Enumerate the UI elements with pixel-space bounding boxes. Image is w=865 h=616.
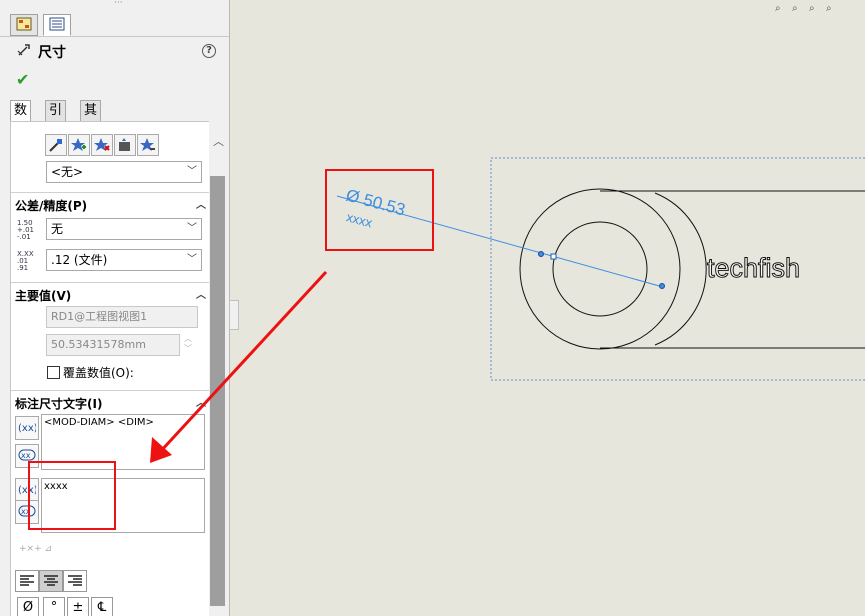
plus-minus-symbol-button[interactable]: ± — [67, 597, 89, 616]
svg-text:(xx): (xx) — [18, 423, 36, 433]
tolerance-type-value: 无 — [51, 222, 64, 236]
apply-default-style-button[interactable] — [45, 134, 67, 156]
feature-tree-icon — [16, 17, 32, 31]
leader-grip-handle[interactable] — [550, 253, 557, 260]
view-toolbar: ⌕ ⌕ ⌕ ⌕ — [775, 0, 865, 14]
tab-leader[interactable]: 引线 — [45, 100, 67, 138]
load-style-button[interactable] — [137, 134, 159, 156]
centerline-symbol-button[interactable]: ℄ — [91, 597, 113, 616]
part-engraved-label: techfish — [707, 253, 800, 283]
panel-collapse-handle[interactable] — [229, 300, 239, 330]
dimension-text-section-header[interactable]: 标注尺寸文字(I) ︿ — [11, 390, 210, 411]
degree-symbol-button[interactable]: ° — [43, 597, 65, 616]
style-select-value: <无> — [51, 165, 84, 179]
primary-value-header-label: 主要值(V) — [15, 289, 72, 303]
chevron-up-icon[interactable]: ︿ — [196, 196, 206, 211]
chevron-down-icon: ﹀ — [187, 166, 197, 177]
scrollbar-thumb[interactable] — [210, 176, 225, 606]
manager-tabstrip: ··· — [0, 0, 229, 37]
dimension-tool-icon — [17, 44, 30, 56]
dimension-text-header-label: 标注尺寸文字(I) — [15, 397, 103, 411]
primary-value-section-header[interactable]: 主要值(V) ︿ — [11, 282, 210, 303]
align-left-button[interactable] — [15, 570, 39, 592]
dimension-name-field[interactable]: RD1@工程图视图1 — [46, 306, 198, 328]
dimension-annotation[interactable]: Ø 50.53 xxxx — [339, 186, 407, 238]
help-icon[interactable]: ? — [202, 44, 216, 58]
tab-value[interactable]: 数值 — [10, 100, 32, 138]
override-value-label: 覆盖数值(O): — [63, 366, 134, 380]
tolerance-section-header[interactable]: 公差/精度(P) ︿ — [11, 192, 210, 213]
zoom-area-icon[interactable]: ⌕ — [792, 4, 806, 14]
align-right-button[interactable] — [63, 570, 87, 592]
leader-arrow-point[interactable] — [659, 283, 665, 289]
inspection-icon: xx — [18, 449, 36, 461]
dimension-value-field[interactable]: 50.53431578mm — [46, 334, 180, 356]
leader-end-point[interactable] — [538, 251, 544, 257]
panel-title-row: 尺寸 ? — [16, 42, 221, 61]
style-select[interactable]: <无> ﹀ — [46, 161, 202, 183]
align-center-button[interactable] — [39, 570, 63, 592]
precision-select[interactable]: .12 (文件) ﹀ — [46, 249, 202, 271]
value-spinner[interactable]: ︿ ﹀ — [179, 334, 197, 356]
view-boundary — [490, 157, 865, 381]
zoom-selection-icon[interactable]: ⌕ — [826, 4, 840, 14]
panel-content: <无> ﹀ 公差/精度(P) ︿ 1.50 +.01 -.01 无 ﹀ X.XX… — [10, 121, 211, 616]
chevron-down-icon: ﹀ — [187, 223, 197, 234]
align-right-icon — [68, 575, 82, 586]
precision-value: .12 (文件) — [51, 253, 108, 267]
override-value-checkbox[interactable] — [47, 366, 60, 379]
dimension-value-text[interactable]: Ø 50.53 — [344, 186, 407, 220]
diameter-symbol-button[interactable]: Ø — [17, 597, 39, 616]
parentheses-icon: (xx) — [18, 423, 36, 433]
tolerance-header-label: 公差/精度(P) — [15, 199, 88, 213]
chevron-up-icon[interactable]: ︿ — [196, 286, 206, 301]
property-list-icon — [49, 17, 65, 31]
star-add-icon — [71, 138, 86, 151]
load-style-icon — [140, 138, 155, 151]
annotation-highlight-box — [28, 461, 116, 530]
dimension-sub-text[interactable]: xxxx — [345, 209, 374, 230]
tab-feature-manager[interactable] — [10, 14, 38, 36]
delete-style-button[interactable] — [91, 134, 113, 156]
add-style-button[interactable] — [68, 134, 90, 156]
zoom-in-out-icon[interactable]: ⌕ — [809, 4, 823, 14]
save-style-icon — [119, 138, 130, 151]
panel-scrollbar[interactable]: ︿ — [209, 121, 226, 616]
star-delete-icon — [94, 138, 110, 151]
precision-icon: X.XX .01 .91 — [17, 250, 34, 272]
inner-circle — [552, 221, 648, 317]
outer-arc — [654, 192, 707, 346]
property-manager: ··· 尺寸 ? ✔ 数值 引线 其它 — [0, 0, 230, 616]
add-parentheses-button[interactable]: (xx) — [15, 416, 39, 440]
align-center-icon — [44, 575, 58, 586]
panel-title: 尺寸 — [38, 45, 66, 61]
outer-circle — [519, 188, 681, 350]
dimension-leader-line — [336, 195, 664, 288]
style-brush-icon — [49, 139, 62, 152]
chevron-up-icon[interactable]: ︿ — [196, 394, 206, 409]
canvas-highlight-box — [325, 169, 434, 251]
text-position-icons[interactable]: +×+ ⊿ — [19, 544, 59, 558]
zoom-to-fit-icon[interactable]: ⌕ — [775, 4, 789, 14]
tolerance-type-select[interactable]: 无 ﹀ — [46, 218, 202, 240]
chevron-down-icon: ﹀ — [187, 254, 197, 265]
svg-text:xx: xx — [21, 451, 31, 460]
drag-dots-icon: ··· — [114, 0, 123, 8]
align-left-icon — [20, 575, 34, 586]
save-style-button[interactable] — [114, 134, 136, 156]
tab-other[interactable]: 其它 — [80, 100, 102, 138]
tab-property-manager[interactable] — [43, 14, 71, 36]
ok-check-icon[interactable]: ✔ — [16, 70, 29, 89]
scroll-up-icon[interactable]: ︿ — [213, 133, 224, 149]
tolerance-type-icon: 1.50 +.01 -.01 — [17, 219, 34, 241]
